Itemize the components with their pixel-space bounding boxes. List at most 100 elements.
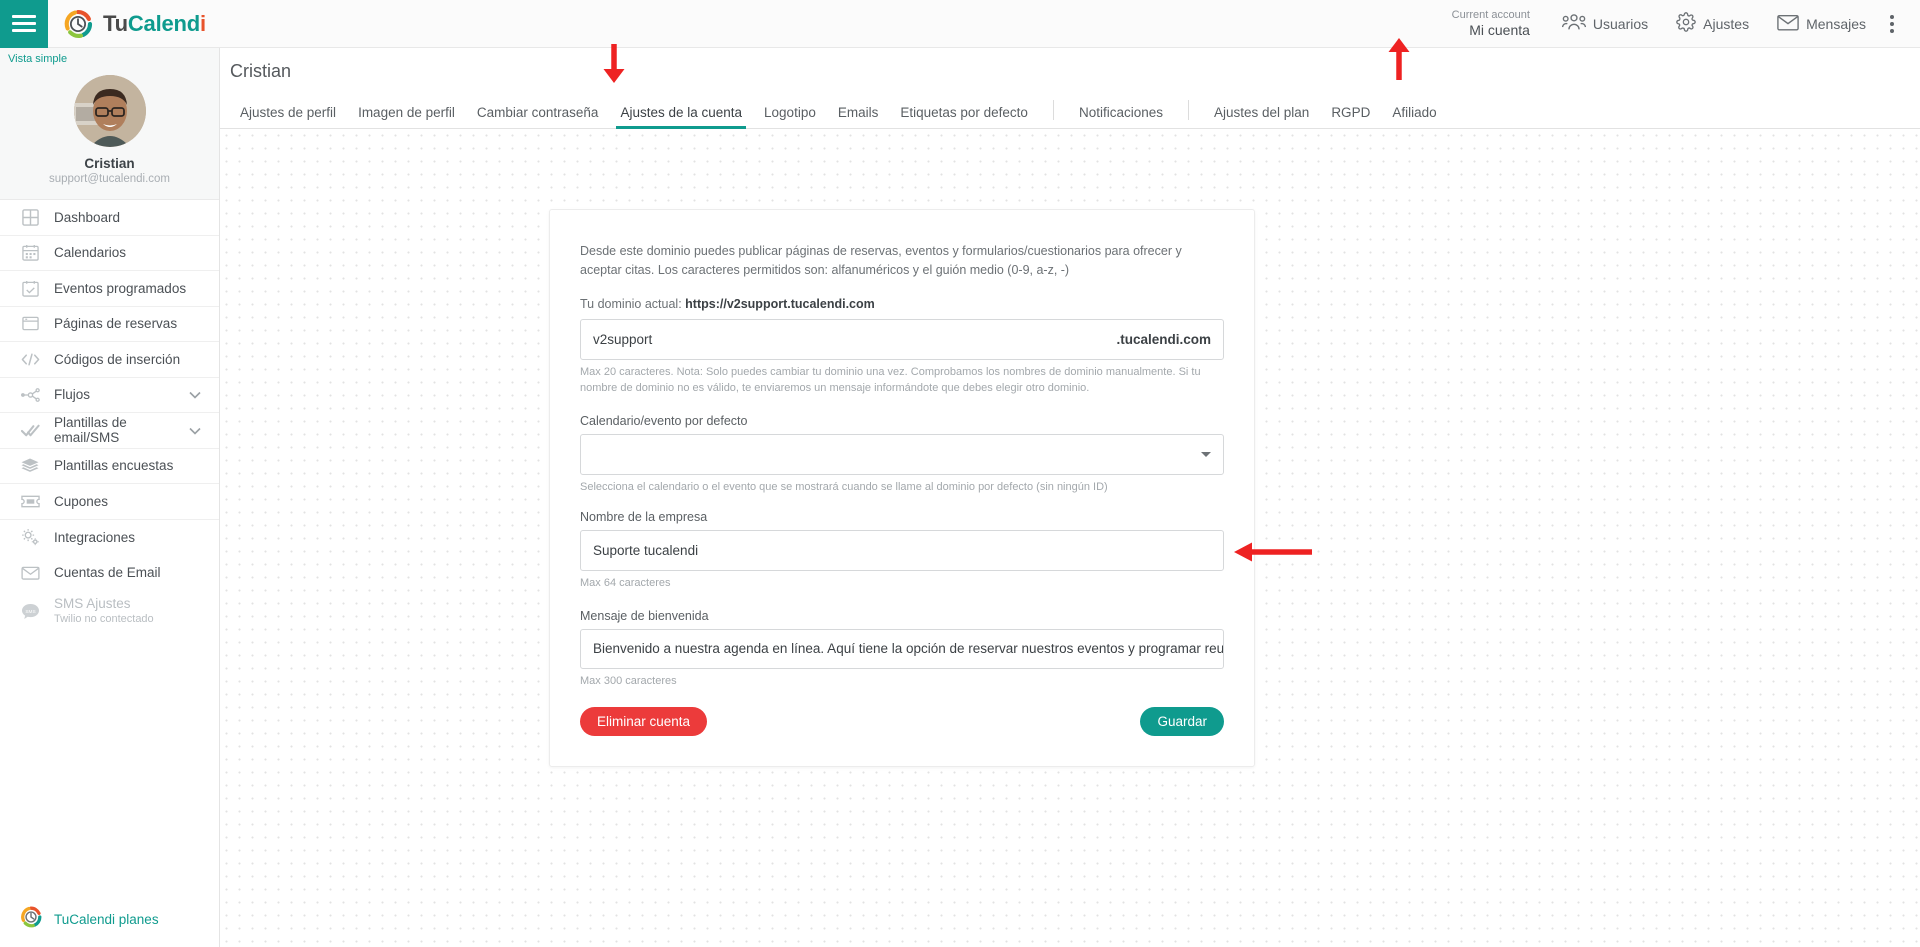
sidebar-profile-email: support@tucalendi.com (49, 173, 170, 185)
domain-input[interactable] (593, 332, 1117, 347)
brand-calend: Calend (127, 10, 201, 36)
sidebar-item-label-eventos: Eventos programados (54, 280, 187, 296)
sidebar-item-label-cupones: Cupones (54, 493, 109, 509)
calendar-field-label: Calendario/evento por defecto (580, 413, 748, 428)
sidebar-footer-label: TuCalendi planes (54, 912, 159, 927)
tab-cambiar-contrasena[interactable]: Cambiar contraseña (466, 105, 610, 129)
sidebar-profile-name: Cristian (84, 156, 135, 171)
tab-ajustes-del-plan[interactable]: Ajustes del plan (1203, 105, 1320, 129)
gears-icon (20, 527, 40, 547)
hamburger-menu-icon[interactable] (0, 0, 48, 48)
more-vertical-icon[interactable] (1880, 14, 1908, 33)
sidebar-item-label-sms-ajustes: SMS Ajustes (54, 596, 131, 612)
tab-notificaciones[interactable]: Notificaciones (1068, 105, 1174, 129)
sidebar-item-plantillas-email-sms[interactable]: Plantillas de email/SMS (0, 413, 219, 449)
tab-imagen-de-perfil[interactable]: Imagen de perfil (347, 105, 466, 129)
page-title: Cristian (230, 61, 292, 81)
header-right-group: Current account Mi cuenta Usuarios Ajust… (1452, 0, 1920, 48)
tucalendi-logo-icon (20, 906, 42, 933)
sidebar-view-mode-toggle[interactable]: Vista simple (0, 48, 219, 69)
content-area: Desde este dominio puedes publicar págin… (220, 129, 1920, 947)
sidebar-footer-tucalendi-planes[interactable]: TuCalendi planes (0, 906, 219, 947)
sidebar-item-integraciones[interactable]: Integraciones (0, 520, 219, 556)
tab-divider (1188, 100, 1189, 120)
header-item-label-mensajes: Mensajes (1806, 15, 1866, 32)
tab-ajustes-de-la-cuenta[interactable]: Ajustes de la cuenta (609, 105, 753, 129)
window-icon (20, 314, 40, 334)
sidebar-item-calendarios[interactable]: Calendarios (0, 236, 219, 271)
code-icon (20, 349, 40, 369)
grid-icon (20, 207, 40, 227)
sidebar-item-label-flujos: Flujos (54, 387, 91, 403)
sidebar-item-plantillas-encuestas[interactable]: Plantillas encuestas (0, 449, 219, 484)
sidebar-item-paginas-de-reservas[interactable]: Páginas de reservas (0, 307, 219, 342)
header-item-usuarios[interactable]: Usuarios (1548, 0, 1662, 48)
sidebar-item-label-codigos: Códigos de inserción (54, 351, 181, 367)
chevron-down-icon[interactable] (189, 387, 201, 402)
sidebar-item-eventos-programados[interactable]: Eventos programados (0, 271, 219, 307)
sidebar-item-label-cuentas-email: Cuentas de Email (54, 565, 161, 581)
avatar[interactable] (73, 75, 146, 147)
sidebar-item-label-calendarios: Calendarios (54, 245, 127, 261)
calendar-check-icon (20, 278, 40, 298)
main-content: Cristian Ajustes de perfil Imagen de per… (220, 48, 1920, 947)
workflow-icon (20, 385, 40, 405)
tab-rgpd[interactable]: RGPD (1320, 105, 1381, 129)
company-input-wrap[interactable] (580, 529, 1224, 571)
sidebar-item-label-plantillas-email: Plantillas de email/SMS (54, 415, 127, 446)
sidebar-item-codigos-de-insercion[interactable]: Códigos de inserción (0, 342, 219, 378)
company-field-label: Nombre de la empresa (580, 509, 708, 524)
calendar-helper-text: Selecciona el calendario o el evento que… (580, 480, 1108, 493)
current-domain-prefix: Tu dominio actual: (580, 297, 686, 311)
settings-tabs: Ajustes de perfil Imagen de perfil Cambi… (220, 93, 1920, 129)
current-account-block[interactable]: Current account Mi cuenta (1452, 9, 1530, 38)
brand-logo-area[interactable]: TuCalendi (63, 9, 206, 39)
sms-bubble-icon: SMS (20, 602, 40, 622)
sidebar-profile-block: Cristian support@tucalendi.com (0, 69, 219, 200)
top-header-bar: TuCalendi Current account Mi cuenta Usua… (0, 0, 1920, 48)
welcome-message-textarea[interactable]: Bienvenido a nuestra agenda en línea. Aq… (580, 628, 1224, 669)
sidebar-item-label-paginas: Páginas de reservas (54, 316, 178, 332)
users-icon (1561, 13, 1587, 34)
delete-account-button[interactable]: Eliminar cuenta (580, 706, 708, 736)
ticket-icon (20, 491, 40, 511)
current-domain-line: Tu dominio actual: https://v2support.tuc… (580, 297, 1224, 311)
header-item-label-ajustes: Ajustes (1703, 15, 1750, 32)
tab-ajustes-de-perfil[interactable]: Ajustes de perfil (229, 105, 347, 129)
domain-suffix-label: .tucalendi.com (1116, 332, 1211, 347)
current-domain-value: https://v2support.tucalendi.com (685, 297, 875, 311)
sidebar-item-cupones[interactable]: Cupones (0, 484, 219, 520)
tab-etiquetas-por-defecto[interactable]: Etiquetas por defecto (889, 105, 1039, 129)
envelope-icon (1777, 14, 1799, 34)
brand-tu: Tu (103, 10, 128, 36)
double-check-icon (20, 420, 40, 440)
account-settings-card: Desde este dominio puedes publicar págin… (549, 209, 1255, 767)
card-button-row: Eliminar cuenta Guardar (580, 706, 1224, 736)
header-item-mensajes[interactable]: Mensajes (1763, 0, 1880, 48)
brand-i: i (200, 10, 206, 36)
domain-input-wrap[interactable]: .tucalendi.com (580, 319, 1224, 360)
sidebar-item-sms-ajustes[interactable]: SMS SMS Ajustes Twilio no contectado (0, 591, 219, 633)
sidebar-item-flujos[interactable]: Flujos (0, 378, 219, 413)
welcome-field-label: Mensaje de bienvenida (580, 608, 709, 623)
domain-helper-text: Max 20 caracteres. Nota: Solo puedes cam… (580, 366, 1201, 394)
save-button[interactable]: Guardar (1140, 706, 1224, 736)
tab-logotipo[interactable]: Logotipo (753, 105, 827, 129)
sidebar-item-dashboard[interactable]: Dashboard (0, 200, 219, 236)
svg-text:SMS: SMS (25, 609, 35, 615)
company-name-input[interactable] (593, 542, 1211, 558)
chevron-down-icon[interactable] (189, 423, 201, 438)
tab-emails[interactable]: Emails (827, 105, 890, 129)
sidebar-item-cuentas-de-email[interactable]: Cuentas de Email (0, 555, 219, 591)
chevron-down-icon[interactable] (1201, 451, 1211, 457)
sidebar-item-label-integraciones: Integraciones (54, 529, 136, 545)
sidebar-item-label-plantillas-encuestas: Plantillas encuestas (54, 458, 174, 474)
sidebar-item-sublabel-sms: Twilio no contectado (54, 613, 154, 626)
sidebar: Vista simple Cristian support@tucalendi.… (0, 48, 220, 947)
default-calendar-select[interactable] (580, 433, 1224, 475)
sidebar-item-label-dashboard: Dashboard (54, 209, 121, 225)
brand-title: TuCalendi (103, 11, 206, 37)
sidebar-item-sms-stack: SMS Ajustes Twilio no contectado (54, 596, 154, 626)
tab-afiliado[interactable]: Afiliado (1381, 105, 1447, 129)
header-item-ajustes[interactable]: Ajustes (1662, 0, 1763, 48)
